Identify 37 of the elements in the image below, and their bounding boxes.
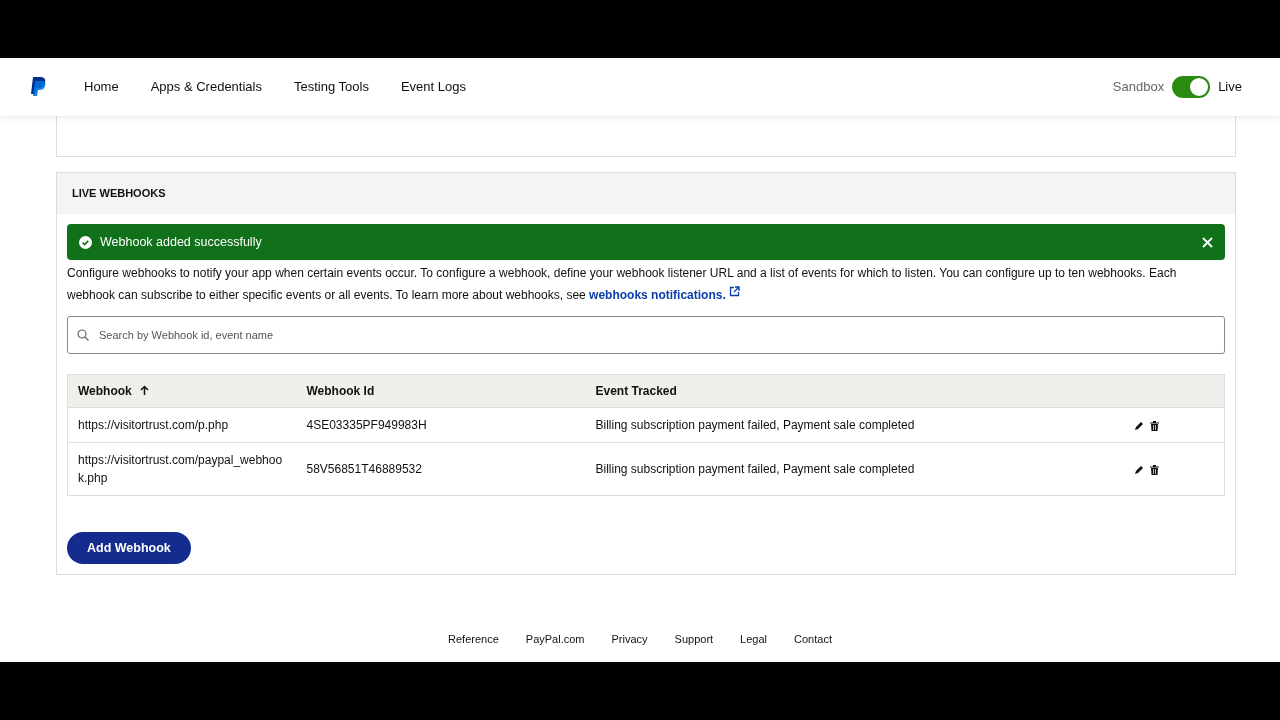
column-header: Event Tracked xyxy=(585,374,1125,408)
nav-link[interactable]: Testing Tools xyxy=(293,77,369,97)
footer-link[interactable]: PayPal.com xyxy=(525,630,585,648)
footer-link[interactable]: Support xyxy=(674,630,714,648)
close-icon[interactable] xyxy=(1202,236,1213,248)
sandbox-label: Sandbox xyxy=(1112,78,1165,97)
nav-link[interactable]: Event Logs xyxy=(400,77,466,97)
description-text: Configure webhooks to notify your app when certain events occur. To configure a webhook, define your webhook listener URL and a list of events for which to listen. You can configure up to ten webhooks. Each webhook can subscribe to either specific events or all events. To learn more about webhooks, see webhooks notifications. xyxy=(67,265,1178,304)
footer-link[interactable]: Privacy xyxy=(611,630,648,648)
table-cell: Billing subscription payment failed, Payment sale completed xyxy=(585,442,1125,496)
footer-link[interactable]: Contact xyxy=(794,630,832,648)
trash-icon[interactable] xyxy=(1149,420,1159,431)
webhooks-notifications-link[interactable]: webhooks notifications. xyxy=(589,288,726,302)
section-title: LIVE WEBHOOKS xyxy=(57,173,1235,214)
search-field[interactable]: Search by Webhook id, event name xyxy=(67,316,1225,354)
live-label: Live xyxy=(1218,78,1242,97)
table-cell: 4SE03335PF949983H xyxy=(296,407,586,443)
external-link-icon xyxy=(728,286,740,297)
sort-arrow-icon[interactable] xyxy=(139,385,149,395)
footer-link[interactable]: Legal xyxy=(740,630,768,648)
add-webhook-button[interactable]: Add Webhook xyxy=(67,532,191,564)
table-cell: https://visitortrust.com/p.php xyxy=(67,407,297,443)
pencil-icon[interactable] xyxy=(1134,465,1144,475)
column-header: Webhook Id xyxy=(296,374,586,408)
table-cell: https://visitortrust.com/paypal_webhook.php xyxy=(67,442,297,496)
table-cell: Billing subscription payment failed, Payment sale completed xyxy=(585,407,1125,443)
pencil-icon[interactable] xyxy=(1134,421,1144,431)
footer-link[interactable]: Reference xyxy=(448,630,499,648)
trash-icon[interactable] xyxy=(1149,464,1159,475)
logo-icon xyxy=(30,77,46,97)
check-circle-icon xyxy=(79,235,92,249)
table-cell: 58V56851T46889532 xyxy=(296,442,586,496)
column-header: Webhook xyxy=(67,374,297,408)
nav-link[interactable]: Home xyxy=(84,77,119,97)
alert-message: Webhook added successfully xyxy=(100,233,262,251)
nav-link[interactable]: Apps & Credentials xyxy=(150,77,262,97)
mode-toggle[interactable] xyxy=(1172,76,1211,98)
